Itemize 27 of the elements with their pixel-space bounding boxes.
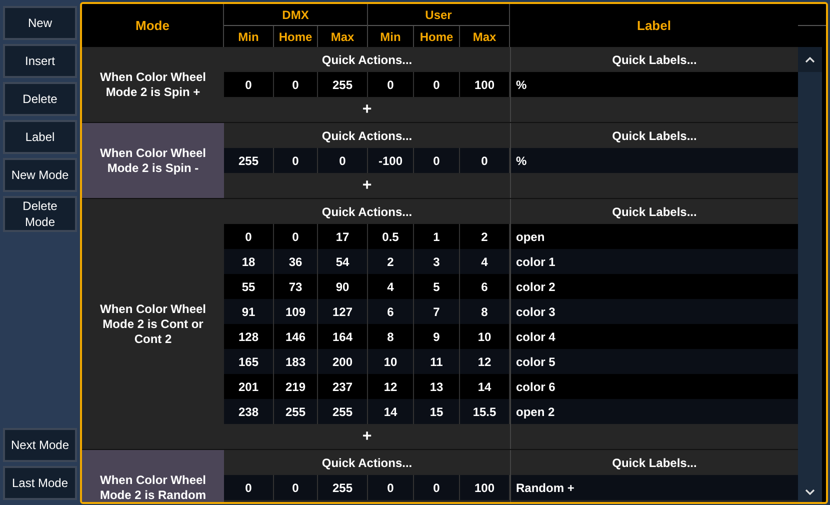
add-row-button[interactable]: + <box>362 428 372 444</box>
add-row-button[interactable]: + <box>362 102 372 118</box>
mode-cell[interactable]: When Color Wheel Mode 2 is Spin - <box>82 123 224 198</box>
quick-actions-button[interactable]: Quick Actions... <box>224 123 510 148</box>
sidebar-button[interactable]: New Mode <box>3 158 77 192</box>
sidebar-button[interactable]: New <box>3 6 77 40</box>
column-header: Max <box>330 28 356 46</box>
column-group-header: User <box>368 4 509 26</box>
sidebar-button[interactable]: Delete Mode <box>3 196 77 232</box>
mode-cell[interactable]: When Color Wheel Mode 2 is Cont or Cont 2 <box>82 199 224 449</box>
mode-cell[interactable]: When Color Wheel Mode 2 is Random <box>82 450 224 502</box>
sidebar-button[interactable]: Last Mode <box>3 466 77 500</box>
column-header: Label <box>636 16 672 35</box>
sidebar-button[interactable]: Next Mode <box>3 428 77 462</box>
quick-actions-button[interactable]: Quick Actions... <box>224 47 510 72</box>
column-header: Max <box>472 28 498 46</box>
add-row-button[interactable]: + <box>362 178 372 194</box>
sidebar-button[interactable]: Insert <box>3 44 77 78</box>
column-group-header: DMX <box>224 4 367 26</box>
quick-actions-button[interactable]: Quick Actions... <box>224 199 510 224</box>
scroll-down-icon[interactable] <box>805 489 815 495</box>
scroll-up-icon[interactable] <box>805 56 815 62</box>
quick-actions-button[interactable]: Quick Actions... <box>224 450 510 475</box>
sidebar-button[interactable]: Delete <box>3 82 77 116</box>
mode-cell[interactable]: When Color Wheel Mode 2 is Spin + <box>82 47 224 122</box>
scrollbar[interactable] <box>798 47 822 502</box>
sidebar-button[interactable]: Label <box>3 120 77 154</box>
